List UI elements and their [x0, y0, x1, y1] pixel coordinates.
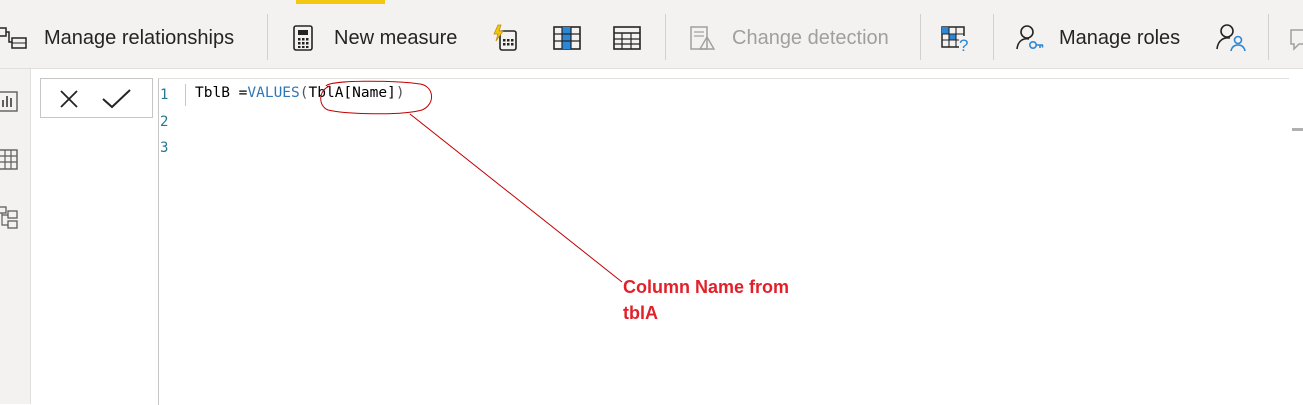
left-nav	[0, 69, 31, 404]
data-view-button[interactable]	[0, 147, 20, 173]
new-column-button[interactable]	[552, 18, 582, 58]
formula-commit-box	[40, 78, 153, 118]
open-paren-token: (	[299, 85, 309, 101]
gutter-divider	[185, 84, 186, 106]
ribbon-separator	[1268, 14, 1269, 60]
model-icon	[0, 206, 18, 229]
view-as-icon	[1216, 22, 1248, 54]
user-key-icon	[1015, 23, 1045, 53]
line-number: 2	[160, 114, 169, 130]
manage-roles-button[interactable]: Manage roles	[1015, 18, 1180, 58]
bar-chart-icon	[0, 91, 18, 112]
annotation-text-line-1: Column Name from	[623, 277, 790, 297]
table-icon	[612, 24, 642, 52]
model-view-button[interactable]	[0, 205, 20, 231]
ribbon-separator	[920, 14, 921, 60]
close-icon	[60, 90, 78, 108]
formula-editor[interactable]	[158, 78, 1289, 405]
ribbon: Manage relationships New measure Change …	[0, 0, 1303, 69]
table-name-token: TblB	[195, 85, 230, 101]
annotation-callout: Column Name from tblA	[623, 274, 833, 326]
table-question-icon: ?	[940, 24, 972, 52]
argument-token: TblA[Name]	[308, 85, 396, 101]
ribbon-separator	[665, 14, 666, 60]
comment-icon	[1290, 25, 1303, 51]
comment-button[interactable]	[1290, 18, 1303, 58]
cancel-formula-button[interactable]	[57, 87, 81, 111]
new-table-button[interactable]	[612, 18, 642, 58]
new-measure-button[interactable]: New measure	[290, 18, 457, 58]
svg-text:?: ?	[959, 36, 968, 52]
commit-formula-button[interactable]	[101, 87, 133, 111]
change-detection-icon	[688, 24, 716, 52]
manage-relationships-button[interactable]: Manage relationships	[0, 18, 234, 58]
q-and-a-setup-button[interactable]: ?	[940, 18, 972, 58]
table-icon	[0, 149, 18, 170]
manage-relationships-label: Manage relationships	[44, 26, 235, 49]
assign-token: =	[229, 85, 248, 101]
line-number: 1	[160, 87, 169, 103]
report-view-button[interactable]	[0, 89, 20, 115]
scroll-position-marker	[1292, 128, 1303, 131]
line-number: 3	[160, 140, 169, 156]
manage-roles-label: Manage roles	[1059, 26, 1181, 49]
change-detection-button[interactable]: Change detection	[688, 18, 889, 58]
quick-measure-icon	[492, 24, 520, 52]
change-detection-label: Change detection	[732, 26, 889, 49]
ribbon-separator	[267, 14, 268, 60]
new-column-icon	[552, 24, 582, 52]
view-as-button[interactable]	[1216, 18, 1248, 58]
ribbon-separator	[993, 14, 994, 60]
dax-code-line[interactable]: TblB =VALUES(TblA[Name])	[195, 85, 405, 101]
relationships-icon	[0, 25, 30, 51]
checkmark-icon	[102, 89, 131, 109]
function-token: VALUES	[247, 85, 300, 101]
annotation-text-line-2: tblA	[623, 303, 658, 323]
new-measure-label: New measure	[334, 26, 458, 49]
calculator-icon	[290, 24, 316, 52]
active-tab-indicator	[296, 0, 385, 4]
close-paren-token: )	[395, 85, 405, 101]
quick-measure-button[interactable]	[492, 18, 520, 58]
